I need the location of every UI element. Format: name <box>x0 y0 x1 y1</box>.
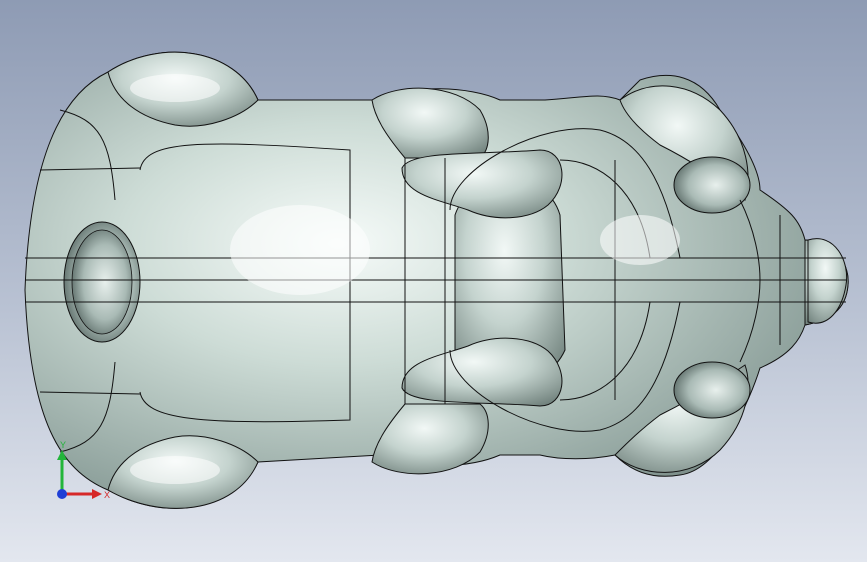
coordinate-triad: Y X <box>57 440 110 500</box>
z-axis-dot <box>57 489 67 499</box>
y-axis-head <box>57 450 67 460</box>
y-axis-label: Y <box>60 440 66 450</box>
3d-model-view[interactable] <box>0 0 867 562</box>
x-axis-head <box>92 489 102 499</box>
x-axis-label: X <box>104 490 110 500</box>
cad-3d-viewport[interactable]: Y X <box>0 0 867 562</box>
